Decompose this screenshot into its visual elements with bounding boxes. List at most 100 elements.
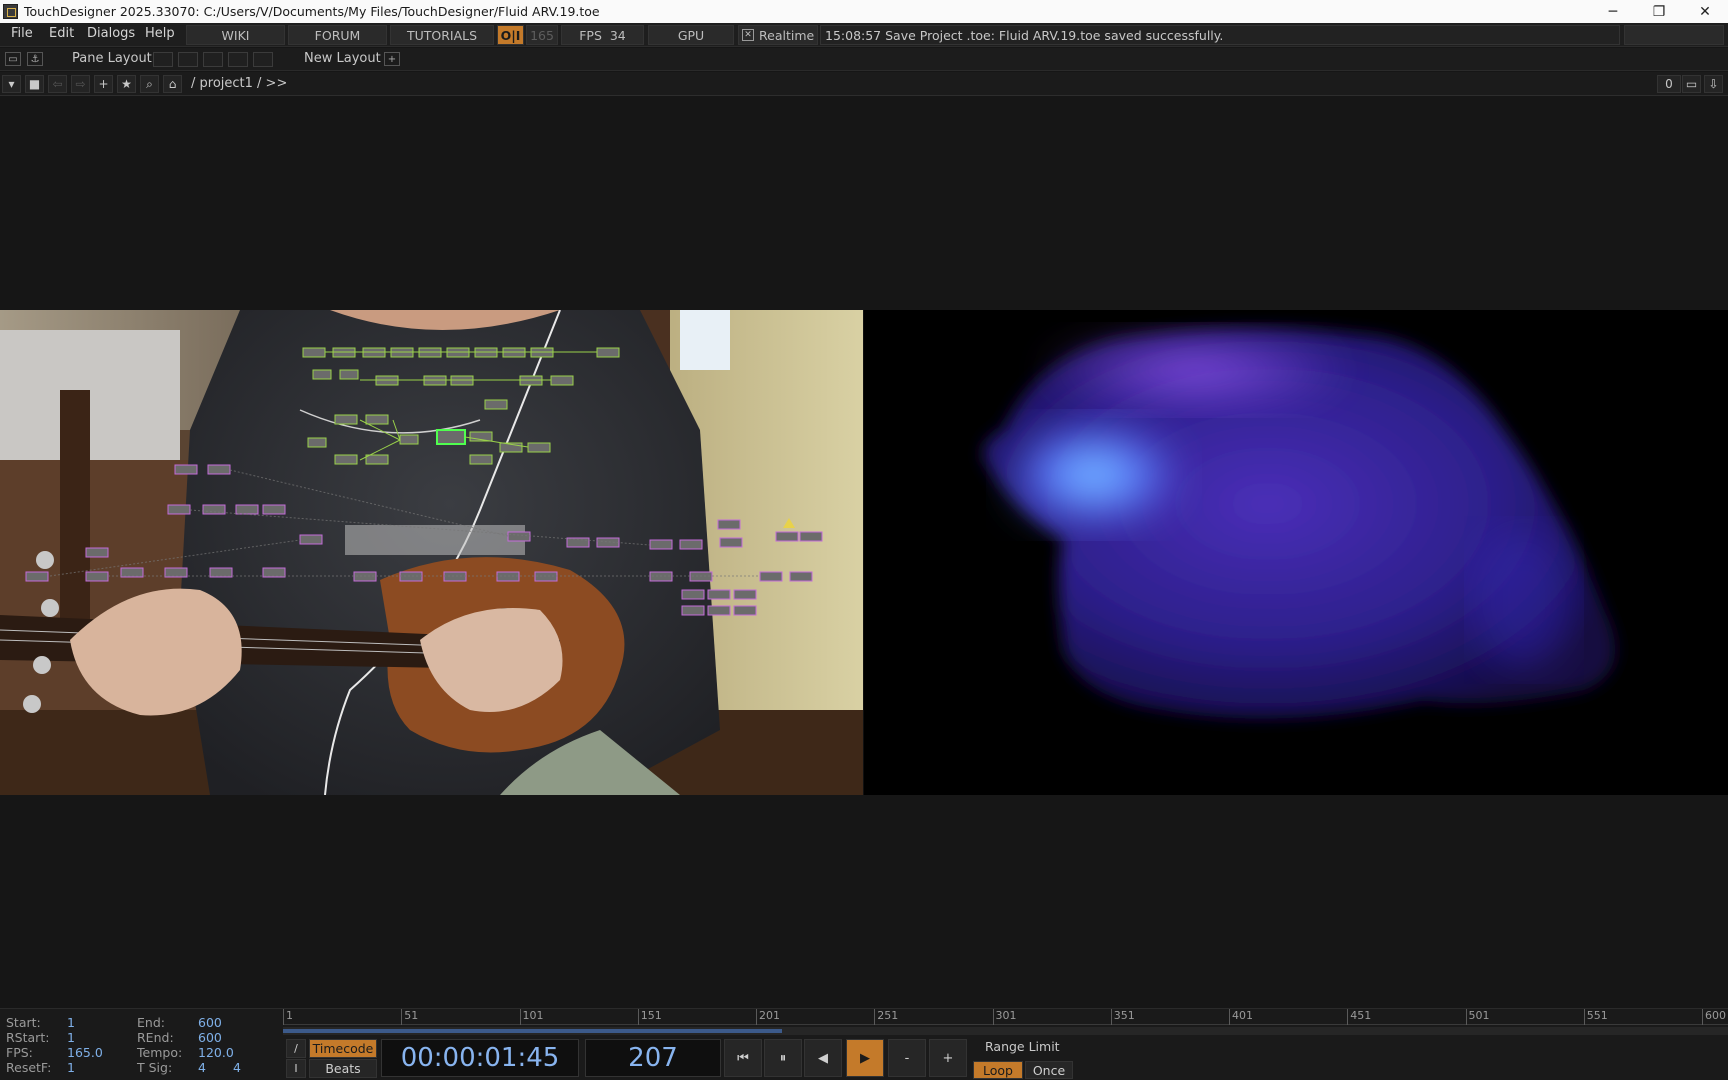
pane-anchor-icon[interactable]: ⚓	[27, 52, 43, 66]
home-icon[interactable]: ⌂	[163, 75, 182, 93]
tutorials-button[interactable]: TUTORIALS	[390, 25, 494, 45]
frame-plus-button[interactable]: +	[929, 1039, 967, 1077]
add-layout-button[interactable]: +	[384, 52, 400, 66]
tsig-denominator[interactable]: 4	[233, 1060, 241, 1075]
resetf-label: ResetF:	[6, 1060, 52, 1075]
timecode-display[interactable]: 00:00:01:45	[381, 1039, 579, 1077]
layout-quad-button[interactable]	[253, 52, 273, 67]
ruler-tick: 251	[874, 1009, 898, 1025]
dropdown-arrow-icon[interactable]: ▾	[2, 75, 21, 93]
maximize-pane-icon[interactable]: ▭	[1682, 75, 1701, 93]
timeline-ruler[interactable]: 1 51 101 151 201 251 301 351 401 451 501 551 600	[283, 1009, 1728, 1025]
status-message: 15:08:57 Save Project .toe: Fluid ARV.19…	[820, 25, 1620, 45]
ruler-tick: 151	[637, 1009, 662, 1025]
ruler-tick: 201	[756, 1009, 780, 1025]
fps-label: FPS	[579, 27, 602, 43]
start-label: Start:	[6, 1015, 41, 1030]
start-value[interactable]: 1	[67, 1015, 75, 1030]
stop-icon[interactable]: ■	[25, 75, 44, 93]
menu-edit[interactable]: Edit	[49, 26, 74, 41]
webcam-viewer[interactable]	[0, 310, 864, 795]
minimize-button[interactable]: ─	[1590, 0, 1636, 23]
resetf-value[interactable]: 1	[67, 1060, 75, 1075]
ruler-tick: 51	[401, 1009, 418, 1025]
rend-label: REnd:	[137, 1030, 174, 1045]
network-path-bar: ▾ ■ ⇦ ⇨ + ★ ⌕ ⌂ / project1 / >> 0 ▭ ⇩	[0, 72, 1728, 96]
perform-mode-button[interactable]: O|I	[497, 25, 524, 45]
timeline-bar-toggle[interactable]: I	[286, 1059, 306, 1078]
new-layout-label[interactable]: New Layout	[304, 51, 381, 66]
title-bar: TouchDesigner 2025.33070: C:/Users/V/Doc…	[0, 0, 1728, 23]
star-icon[interactable]: ★	[117, 75, 136, 93]
menu-dialogs[interactable]: Dialogs	[87, 26, 135, 41]
end-value[interactable]: 600	[198, 1015, 222, 1030]
rend-value[interactable]: 600	[198, 1030, 222, 1045]
window-title: TouchDesigner 2025.33070: C:/Users/V/Doc…	[24, 4, 600, 19]
ruler-tick: 101	[519, 1009, 544, 1025]
fps-label-bottom: FPS:	[6, 1045, 33, 1060]
timeline-slash-toggle[interactable]: /	[286, 1039, 306, 1058]
layout-single-button[interactable]	[153, 52, 173, 67]
range-limit-label: Range Limit	[985, 1039, 1060, 1054]
step-back-icon[interactable]: ◀	[804, 1039, 842, 1077]
rstart-value[interactable]: 1	[67, 1030, 75, 1045]
timecode-mode-button[interactable]: Timecode	[309, 1039, 377, 1058]
ruler-tick: 1	[283, 1009, 293, 1025]
forum-button[interactable]: FORUM	[288, 25, 387, 45]
pause-icon[interactable]: ⏸	[764, 1039, 802, 1077]
back-arrow-icon[interactable]: ⇦	[48, 75, 67, 93]
ruler-tick: 401	[1229, 1009, 1253, 1025]
tsig-label: T Sig:	[137, 1060, 173, 1075]
fps-value: 34	[609, 27, 626, 43]
network-path[interactable]: / project1 / >>	[191, 76, 287, 91]
pane-download-icon[interactable]: ⇩	[1704, 75, 1723, 93]
wiki-button[interactable]: WIKI	[186, 25, 285, 45]
timeline-progress	[283, 1029, 782, 1033]
tsig-numerator[interactable]: 4	[198, 1060, 206, 1075]
layout-triple-button[interactable]	[228, 52, 248, 67]
ruler-tick: 551	[1583, 1009, 1608, 1025]
webcam-image	[0, 310, 863, 795]
ruler-tick: 451	[1347, 1009, 1371, 1025]
status-extra-field	[1624, 25, 1724, 45]
realtime-label: Realtime	[759, 27, 815, 43]
ruler-tick: 501	[1465, 1009, 1490, 1025]
frame-minus-button[interactable]: -	[888, 1039, 926, 1077]
ruler-tick: 301	[992, 1009, 1017, 1025]
fps-display: FPS 34	[561, 25, 644, 45]
menu-file[interactable]: File	[11, 26, 33, 41]
layout-split-horizontal-button[interactable]	[203, 52, 223, 67]
gpu-button[interactable]: GPU	[648, 25, 734, 45]
add-icon[interactable]: +	[94, 75, 113, 93]
tempo-value[interactable]: 120.0	[198, 1045, 234, 1060]
forward-arrow-icon[interactable]: ⇨	[71, 75, 90, 93]
play-icon[interactable]: ▶	[846, 1039, 884, 1077]
end-label: End:	[137, 1015, 165, 1030]
realtime-checkbox[interactable]: ✕	[742, 29, 754, 41]
once-button[interactable]: Once	[1025, 1061, 1073, 1079]
tempo-label: Tempo:	[137, 1045, 183, 1060]
search-icon[interactable]: ⌕	[140, 75, 159, 93]
fluid-output-viewer[interactable]	[864, 310, 1728, 795]
loop-button[interactable]: Loop	[973, 1061, 1023, 1079]
layout-split-vertical-button[interactable]	[178, 52, 198, 67]
timeline-panel: Start: 1 End: 600 RStart: 1 REnd: 600 FP…	[0, 1008, 1728, 1080]
beats-mode-button[interactable]: Beats	[309, 1059, 377, 1078]
menu-help[interactable]: Help	[145, 26, 175, 41]
pane-view-icon[interactable]: ▭	[5, 52, 21, 66]
pane-layout-label: Pane Layout	[72, 51, 152, 66]
fps-value-bottom[interactable]: 165.0	[67, 1045, 103, 1060]
fluid-render-image	[864, 310, 1728, 795]
rstart-label: RStart:	[6, 1030, 50, 1045]
close-button[interactable]: ✕	[1682, 0, 1728, 23]
realtime-toggle[interactable]: ✕ Realtime	[738, 25, 818, 45]
rewind-to-start-icon[interactable]: ⏮	[724, 1039, 762, 1077]
ruler-tick: 351	[1110, 1009, 1135, 1025]
timeline-scrubber[interactable]	[283, 1027, 1728, 1035]
pane-layout-bar: ▭ ⚓ Pane Layout New Layout +	[0, 48, 1728, 71]
restore-button[interactable]: ❐	[1636, 0, 1682, 23]
frame-display[interactable]: 207	[585, 1039, 721, 1077]
cook-rate: 165	[526, 25, 558, 45]
touchdesigner-logo-icon	[3, 4, 18, 19]
menu-bar: File Edit Dialogs Help WIKI FORUM TUTORI…	[0, 23, 1728, 47]
